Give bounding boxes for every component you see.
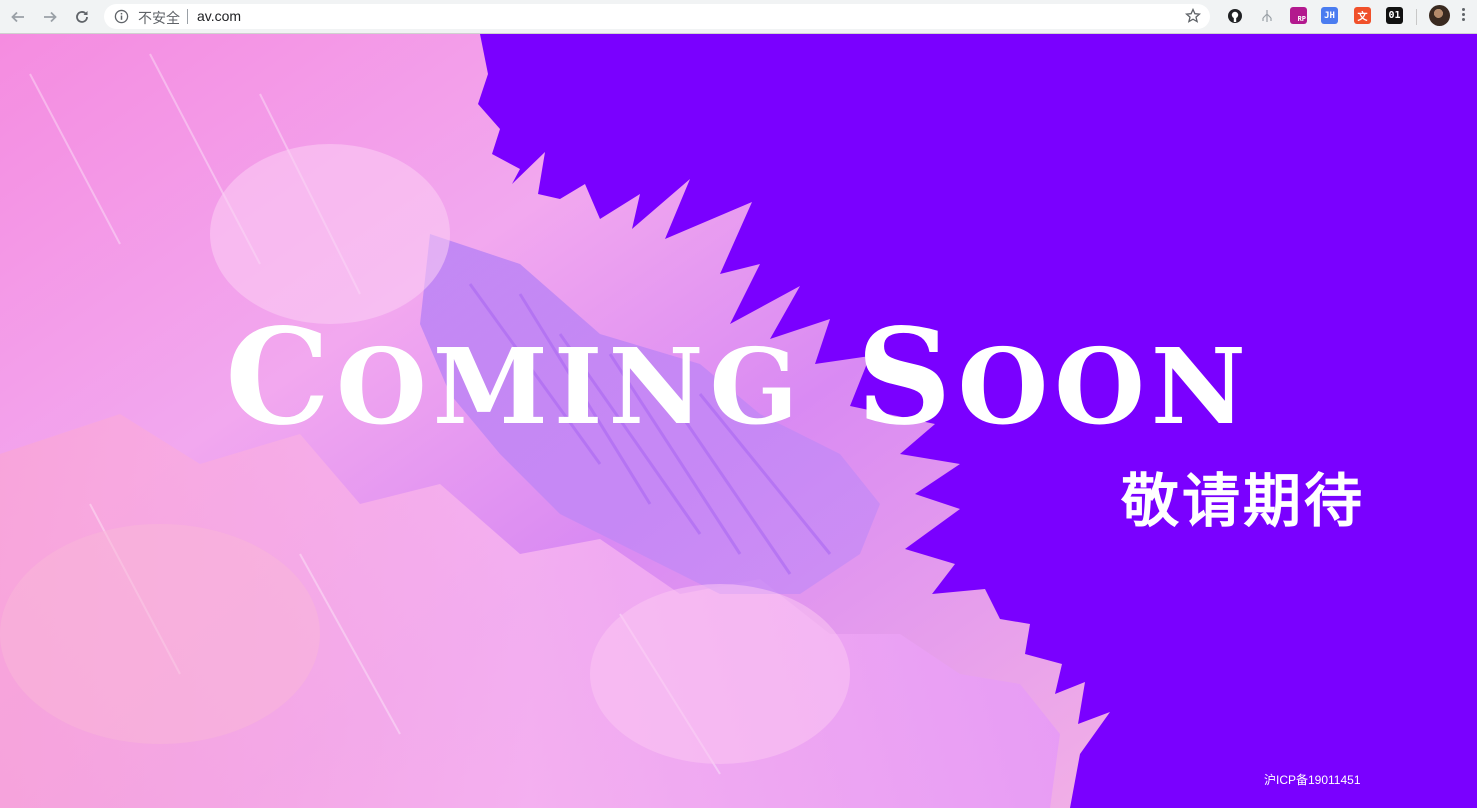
info-icon[interactable] <box>114 9 129 24</box>
binary-extension-icon[interactable]: 01 <box>1386 7 1403 24</box>
coming-soon-page: COMING SOON 敬请期待 沪ICP备19011451 <box>0 34 1477 808</box>
rp-extension-icon[interactable]: RP <box>1290 7 1307 24</box>
tree-extension-icon[interactable] <box>1258 7 1275 24</box>
toolbar-divider <box>1416 9 1417 25</box>
reload-icon <box>76 11 88 23</box>
bookmark-star-icon[interactable] <box>1185 8 1201 24</box>
subtitle-chinese: 敬请期待 <box>1120 467 1365 535</box>
forward-arrow-icon <box>44 11 57 23</box>
headline-word-oming: OMING <box>336 325 805 448</box>
url-text[interactable]: av.com <box>197 8 241 24</box>
back-arrow-icon <box>11 11 24 23</box>
omnibox-separator <box>187 9 188 24</box>
github-extension-icon[interactable] <box>1226 7 1243 24</box>
browser-menu-icon[interactable] <box>1460 8 1466 26</box>
browser-toolbar: 不安全 av.com RP JH 文 01 <box>0 0 1477 34</box>
icp-license-link[interactable]: 沪ICP备19011451 <box>1264 771 1361 788</box>
profile-avatar[interactable] <box>1429 5 1450 26</box>
coming-soon-headline: COMING SOON <box>0 312 1477 444</box>
reload-button[interactable] <box>70 5 94 29</box>
headline-word-oon: OON <box>957 325 1252 448</box>
security-status-label[interactable]: 不安全 <box>138 8 180 28</box>
forward-button[interactable] <box>38 5 62 29</box>
back-button[interactable] <box>6 5 30 29</box>
headline-letter-c: C <box>225 300 337 455</box>
address-bar[interactable]: 不安全 av.com <box>104 4 1210 29</box>
jh-extension-icon[interactable]: JH <box>1321 7 1338 24</box>
translate-extension-icon[interactable]: 文 <box>1354 7 1371 24</box>
headline-letter-s: S <box>856 300 958 455</box>
